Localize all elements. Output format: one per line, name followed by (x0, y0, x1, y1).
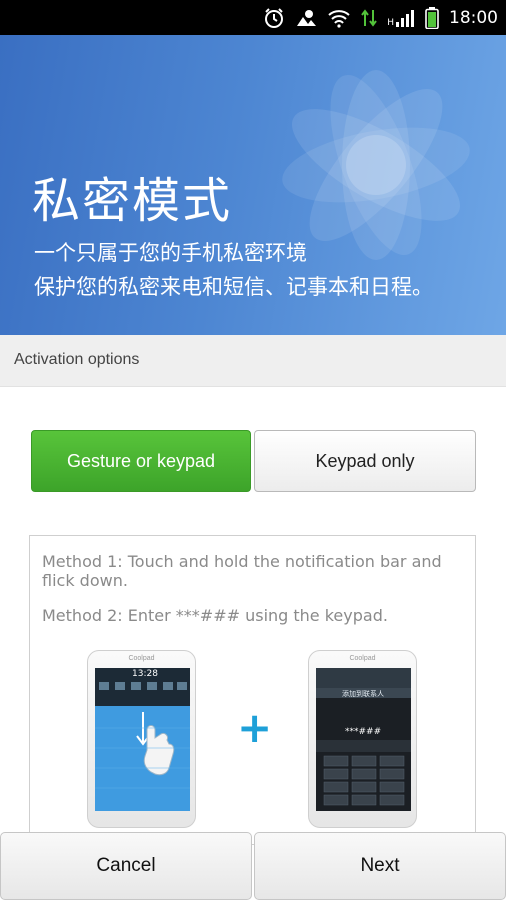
hero-subtitle-line1: 一个只属于您的手机私密环境 (34, 241, 307, 265)
wifi-icon (327, 8, 351, 28)
phone-keypad-illustration: Coolpad 添加到联系人 ***### (308, 650, 417, 828)
phone-brand-label: Coolpad (128, 655, 155, 662)
notification-bar-screen (95, 668, 190, 811)
status-bar: H 18:00 (0, 0, 506, 35)
phone2-header-label: 添加到联系人 (342, 690, 384, 698)
method-1-text: Method 1: Touch and hold the notificatio… (42, 552, 442, 590)
network-type-label: H (387, 17, 394, 28)
page-title: 私密模式 (32, 173, 233, 229)
weather-icon (295, 8, 317, 28)
next-button[interactable]: Next (254, 832, 506, 900)
hero-banner: 私密模式 一个只属于您的手机私密环境 保护您的私密来电和短信、记事本和日程。 (0, 35, 506, 335)
alarm-icon (263, 7, 285, 28)
data-transfer-icon (361, 8, 378, 28)
plus-icon: + (237, 703, 273, 752)
phone-gesture-illustration: Coolpad 13:28 (87, 650, 196, 828)
method-2-text: Method 2: Enter ***### using the keypad. (42, 606, 388, 625)
section-header: Activation options (0, 335, 506, 387)
battery-icon (425, 6, 439, 29)
keypad-only-button[interactable]: Keypad only (254, 430, 476, 492)
signal-icon: H (387, 8, 415, 28)
cancel-button[interactable]: Cancel (0, 832, 252, 900)
phone1-time-label: 13:28 (132, 669, 158, 679)
hero-subtitle-line2: 保护您的私密来电和短信、记事本和日程。 (34, 275, 433, 299)
phone2-brand-label: Coolpad (349, 655, 376, 662)
phone2-code-label: ***### (345, 727, 382, 737)
clock: 18:00 (449, 7, 498, 28)
gesture-or-keypad-button[interactable]: Gesture or keypad (31, 430, 251, 492)
section-header-label: Activation options (14, 351, 140, 368)
